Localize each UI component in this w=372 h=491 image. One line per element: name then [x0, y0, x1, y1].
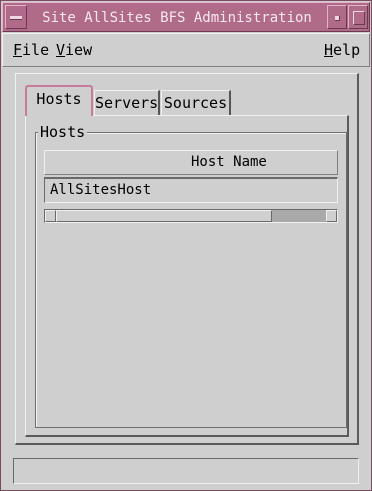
hosts-tab-panel — [25, 115, 349, 437]
hosts-group-label: Hosts — [38, 122, 88, 142]
menu-view[interactable]: View — [56, 41, 92, 59]
tab-servers[interactable]: Servers — [94, 90, 160, 116]
menu-bar: File View Help — [2, 33, 370, 67]
menu-file[interactable]: File — [13, 41, 49, 59]
tab-servers-label: Servers — [95, 94, 159, 112]
window-menu-icon — [10, 16, 22, 20]
menu-view-label: iew — [65, 41, 93, 59]
menu-file-label: ile — [22, 41, 50, 59]
maximize-icon — [353, 11, 365, 25]
menu-file-mnemonic: F — [13, 41, 23, 59]
status-bar — [13, 458, 359, 484]
tab-hosts[interactable]: Hosts — [25, 85, 93, 116]
menu-help[interactable]: Help — [324, 41, 360, 59]
tab-sources-label: Sources — [163, 94, 228, 112]
tab-sources[interactable]: Sources — [161, 90, 231, 116]
maximize-button[interactable] — [348, 5, 368, 29]
app-window: Site AllSites BFS Administration File Vi… — [0, 0, 372, 491]
menu-help-label: elp — [333, 41, 361, 59]
menu-view-mnemonic: V — [56, 41, 66, 59]
menu-help-mnemonic: H — [324, 41, 334, 59]
window-menu-button[interactable] — [5, 5, 27, 29]
tab-hosts-label: Hosts — [36, 90, 82, 108]
title-bar[interactable]: Site AllSites BFS Administration — [2, 2, 370, 32]
minimize-button[interactable] — [327, 5, 347, 29]
window-title: Site AllSites BFS Administration — [42, 10, 312, 26]
minimize-icon — [335, 16, 340, 21]
